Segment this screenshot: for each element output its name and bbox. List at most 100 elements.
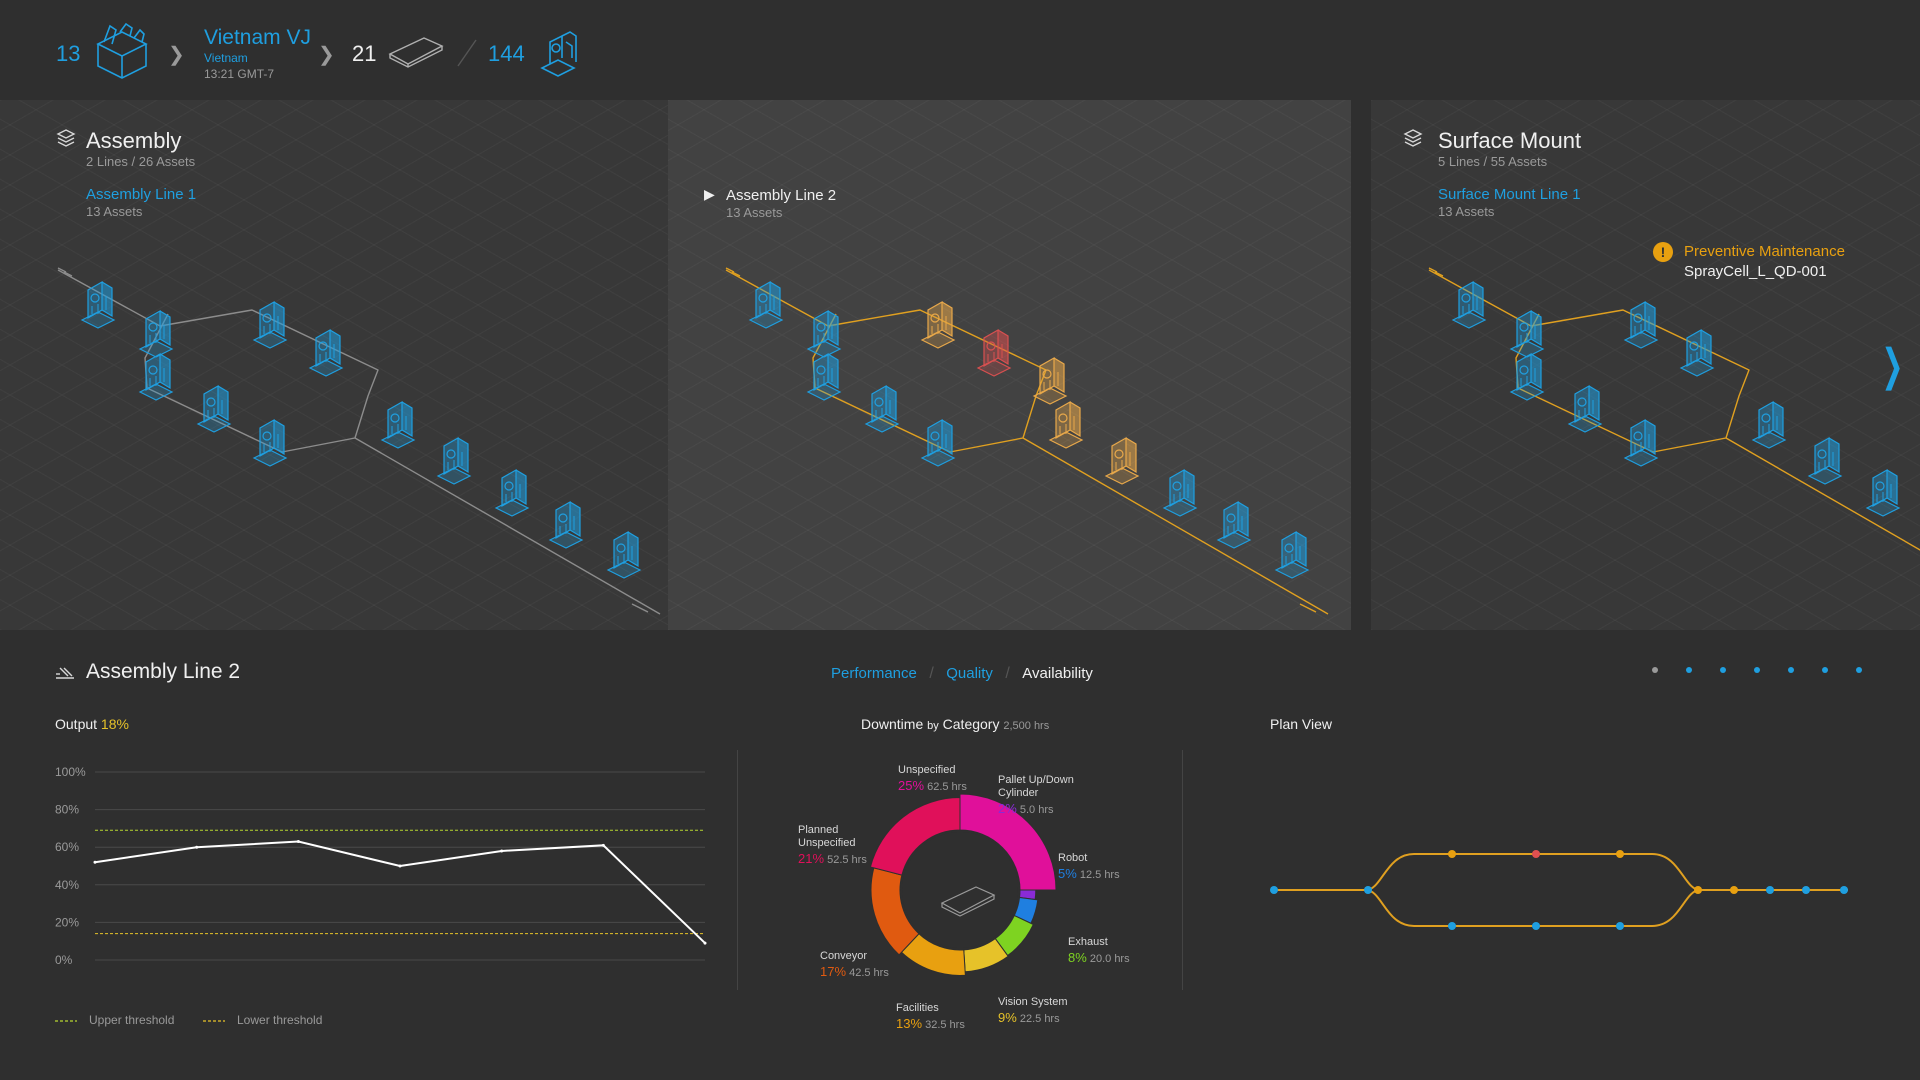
machine-icon[interactable]: [1216, 500, 1252, 549]
alert-title[interactable]: Preventive Maintenance: [1684, 243, 1845, 260]
donut-hrs: 22.5 hrs: [1016, 1013, 1060, 1025]
donut-value-label: 13% 32.5 hrs: [896, 1016, 965, 1031]
machine-icon[interactable]: [436, 436, 472, 485]
machine-icon[interactable]: [494, 468, 530, 517]
plan-node[interactable]: [1448, 850, 1456, 858]
play-icon[interactable]: ▶: [704, 186, 715, 203]
machine-icon[interactable]: [252, 418, 288, 467]
page-dot[interactable]: [1686, 667, 1692, 673]
machine-icon[interactable]: [1623, 418, 1659, 467]
output-point[interactable]: [601, 843, 605, 847]
output-point[interactable]: [703, 941, 707, 945]
machine-icon[interactable]: [80, 280, 116, 329]
machine-icon[interactable]: [196, 384, 232, 433]
assets-count[interactable]: 144: [488, 41, 525, 67]
machine-icon[interactable]: [1048, 400, 1084, 449]
plan-node[interactable]: [1840, 886, 1848, 894]
page-dot[interactable]: [1822, 667, 1828, 673]
machine-icon[interactable]: [606, 530, 642, 579]
machine-icon[interactable]: [1032, 356, 1068, 405]
next-arrow-icon[interactable]: ❯: [1881, 340, 1903, 391]
lines-count[interactable]: 21: [352, 41, 376, 67]
plan-node[interactable]: [1616, 922, 1624, 930]
page-indicator: [1652, 667, 1872, 677]
donut-category-label: Exhaust: [1068, 936, 1108, 948]
plan-node[interactable]: [1694, 886, 1702, 894]
line-detail: Assembly Line 2 Performance / Quality / …: [0, 630, 1920, 1080]
donut-value-label: 25% 62.5 hrs: [898, 778, 967, 793]
output-point[interactable]: [195, 845, 199, 849]
output-label: Output 18%: [55, 716, 129, 732]
plan-node[interactable]: [1802, 886, 1810, 894]
machine-icon[interactable]: [1679, 328, 1715, 377]
chevron-right-icon: ❯: [318, 44, 335, 66]
page-dot[interactable]: [1788, 667, 1794, 673]
plan-node[interactable]: [1532, 850, 1540, 858]
machine-icon[interactable]: [252, 300, 288, 349]
donut-hrs: 12.5 hrs: [1076, 869, 1120, 881]
machine-icon[interactable]: [380, 400, 416, 449]
machine-icon[interactable]: [548, 500, 584, 549]
machine-icon[interactable]: [920, 418, 956, 467]
lower-threshold-swatch: [203, 1020, 225, 1022]
factory-icon[interactable]: [94, 22, 152, 80]
output-value: 18%: [100, 716, 129, 732]
donut-category-label: Robot: [1058, 852, 1088, 864]
machine-icon[interactable]: [920, 300, 956, 349]
donut-pct: 25%: [898, 778, 925, 793]
line-name[interactable]: Surface Mount Line 1: [1438, 186, 1581, 203]
donut-category-label: Vision System: [998, 996, 1068, 1008]
machine-icon[interactable]: [1451, 280, 1487, 329]
page-dot[interactable]: [1652, 667, 1658, 673]
plan-node[interactable]: [1270, 886, 1278, 894]
donut-hrs: 62.5 hrs: [924, 781, 967, 793]
exclamation-icon[interactable]: !: [1653, 242, 1673, 262]
plan-node[interactable]: [1766, 886, 1774, 894]
donut-pct: 5%: [1058, 866, 1077, 881]
line-assets: 13 Assets: [1438, 204, 1495, 219]
machine-icon[interactable]: [1623, 300, 1659, 349]
site-name[interactable]: Vietnam VJ: [204, 26, 311, 50]
machine-icon[interactable]: [1274, 530, 1310, 579]
plan-node[interactable]: [1364, 886, 1372, 894]
plan-node[interactable]: [1616, 850, 1624, 858]
output-point[interactable]: [296, 840, 300, 844]
area-panel-surface-mount[interactable]: Surface Mount 5 Lines / 55 Assets Surfac…: [1371, 100, 1920, 630]
machine-icon[interactable]: [976, 328, 1012, 377]
output-point[interactable]: [398, 864, 402, 868]
detail-title: Assembly Line 2: [86, 660, 241, 683]
donut-category-label: Conveyor: [820, 950, 868, 962]
page-dot[interactable]: [1754, 667, 1760, 673]
machine-icon[interactable]: [1567, 384, 1603, 433]
plan-view-diagram: [1270, 850, 1848, 930]
separator-slash: [457, 39, 477, 67]
divider: [1182, 750, 1183, 990]
area-panel-assembly[interactable]: Assembly 2 Lines / 26 Assets Assembly Li…: [0, 100, 668, 630]
machine-icon[interactable]: [1807, 436, 1843, 485]
donut-category-label: Pallet Up/Down Cylinder: [998, 774, 1074, 799]
machine-icon[interactable]: [1104, 436, 1140, 485]
robot-arm-icon[interactable]: [536, 28, 580, 80]
machine-icon[interactable]: [308, 328, 344, 377]
tab-availability[interactable]: Availability: [1022, 665, 1093, 682]
sites-count[interactable]: 13: [56, 41, 80, 67]
machine-icon[interactable]: [1162, 468, 1198, 517]
output-point[interactable]: [93, 860, 97, 864]
donut-pct: 2%: [998, 801, 1017, 816]
line-name[interactable]: Assembly Line 2: [726, 187, 836, 204]
plan-node[interactable]: [1448, 922, 1456, 930]
machine-icon[interactable]: [1865, 468, 1901, 517]
machine-icon[interactable]: [864, 384, 900, 433]
output-point[interactable]: [500, 849, 504, 853]
conveyor-icon[interactable]: [388, 36, 444, 68]
plan-node[interactable]: [1730, 886, 1738, 894]
machine-icon[interactable]: [748, 280, 784, 329]
page-dot[interactable]: [1720, 667, 1726, 673]
tab-quality[interactable]: Quality: [946, 665, 993, 682]
plan-node[interactable]: [1532, 922, 1540, 930]
machine-icon[interactable]: [1751, 400, 1787, 449]
page-dot[interactable]: [1856, 667, 1862, 673]
line-name[interactable]: Assembly Line 1: [86, 186, 196, 203]
tab-performance[interactable]: Performance: [831, 665, 917, 682]
area-panel-assembly-line-2[interactable]: ▶ Assembly Line 2 13 Assets: [668, 100, 1351, 630]
